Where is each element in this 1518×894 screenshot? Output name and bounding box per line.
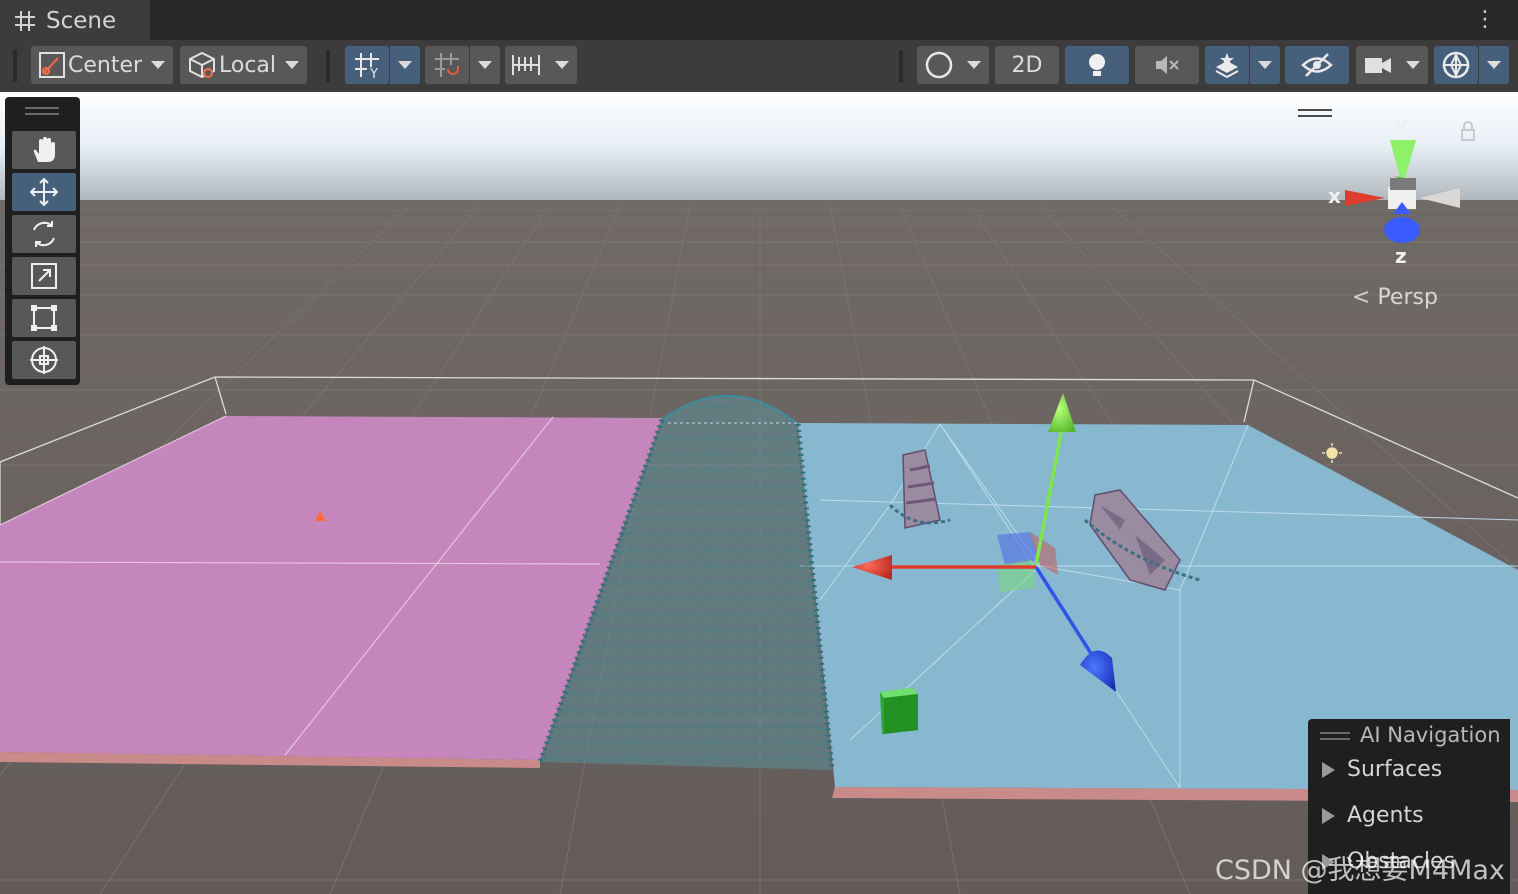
scene-viewport[interactable]: y x z (0, 92, 1518, 894)
chevron-down-icon (398, 61, 412, 69)
palette-drag-handle[interactable] (25, 107, 59, 115)
increment-snap-dropdown[interactable] (470, 46, 500, 84)
increment-snap-icon (435, 53, 459, 77)
rect-tool-button[interactable] (12, 299, 76, 337)
scale-tool-button[interactable] (12, 257, 76, 295)
space-dropdown[interactable]: Local (180, 46, 307, 84)
chevron-down-icon (1258, 61, 1272, 69)
grid-snap-icon: Y (355, 53, 379, 79)
effects-dropdown[interactable] (1250, 46, 1280, 84)
axis-label-y: y (1395, 112, 1409, 136)
tab-scene-label: Scene (46, 8, 117, 34)
toolbar-grip (326, 50, 330, 82)
svg-text:Y: Y (369, 67, 378, 79)
increment-snap-button[interactable] (425, 46, 469, 84)
camera-icon (1365, 58, 1391, 73)
chevron-left-icon: < (1352, 285, 1371, 310)
chevron-down-icon (967, 61, 981, 69)
scene-visibility-button[interactable] (1285, 46, 1349, 84)
gizmos-button[interactable] (1434, 46, 1478, 84)
overlay-drag-handle[interactable] (1320, 732, 1350, 740)
effects-button[interactable] (1205, 46, 1249, 84)
tool-palette (5, 97, 80, 385)
nav-item-agents[interactable]: Agents (1322, 803, 1424, 828)
kebab-menu-icon[interactable]: ⋮ (1474, 8, 1496, 32)
toolbar-grip (13, 50, 17, 82)
scene-grid-icon (15, 11, 35, 31)
chevron-down-icon (555, 61, 569, 69)
audio-button[interactable] (1135, 46, 1199, 84)
lighting-button[interactable] (1065, 46, 1129, 84)
audio-mute-icon (1156, 56, 1179, 74)
camera-dropdown[interactable] (1356, 46, 1428, 84)
local-cube-icon (189, 51, 215, 79)
lighting-icon (1089, 54, 1105, 76)
nav-item-surfaces[interactable]: Surfaces (1322, 757, 1442, 782)
chevron-down-icon (285, 61, 299, 69)
grid-snap-dropdown[interactable] (390, 46, 420, 84)
effects-icon (1215, 53, 1239, 79)
tab-bar: Scene ⋮ (0, 0, 1518, 40)
visibility-icon (1301, 53, 1333, 77)
move-tool-button[interactable] (12, 173, 76, 211)
draw-mode-dropdown[interactable] (917, 46, 989, 84)
hand-tool-button[interactable] (12, 131, 76, 169)
projection-toggle[interactable]: < Persp (1352, 285, 1438, 310)
transform-tool-button[interactable] (12, 341, 76, 379)
ruler-icon (512, 55, 540, 75)
hand-icon (33, 137, 55, 162)
projection-label: Persp (1377, 285, 1438, 310)
grid-snap-button[interactable]: Y (345, 46, 389, 84)
rect-transform-icon (31, 305, 57, 331)
toolbar-grip (899, 50, 903, 82)
rotate-tool-button[interactable] (12, 215, 76, 253)
watermark: CSDN @我想要M4Max (1215, 855, 1505, 886)
gizmos-icon (1442, 51, 1470, 79)
tab-scene[interactable]: Scene (0, 0, 150, 40)
overlay-title: AI Navigation (1360, 723, 1501, 747)
scene-toolbar: Center Local Y 2D (0, 40, 1518, 92)
space-label: Local (219, 52, 277, 78)
expand-arrow-icon[interactable] (1322, 761, 1335, 778)
rotate-icon (33, 221, 55, 247)
nav-item-label: Agents (1347, 803, 1424, 828)
chevron-down-icon (151, 61, 165, 69)
chevron-down-icon (1406, 61, 1420, 69)
scale-icon (31, 263, 57, 289)
scene-canvas[interactable] (0, 92, 1518, 894)
mode-2d-label: 2D (1011, 52, 1043, 78)
expand-arrow-icon[interactable] (1322, 807, 1335, 824)
ruler-dropdown[interactable] (505, 46, 577, 84)
pivot-label: Center (68, 52, 143, 78)
nav-item-label: Surfaces (1347, 757, 1443, 782)
draw-mode-icon (925, 51, 953, 79)
pivot-icon (39, 52, 65, 78)
pivot-dropdown[interactable]: Center (31, 46, 173, 84)
chevron-down-icon (1487, 61, 1501, 69)
mode-2d-button[interactable]: 2D (995, 46, 1059, 84)
axis-label-x: x (1328, 184, 1341, 208)
move-icon (29, 177, 59, 207)
gizmos-dropdown[interactable] (1479, 46, 1509, 84)
chevron-down-icon (478, 61, 492, 69)
transform-icon (30, 346, 58, 374)
axis-label-z: z (1395, 244, 1407, 268)
agent-cube[interactable] (880, 688, 918, 734)
